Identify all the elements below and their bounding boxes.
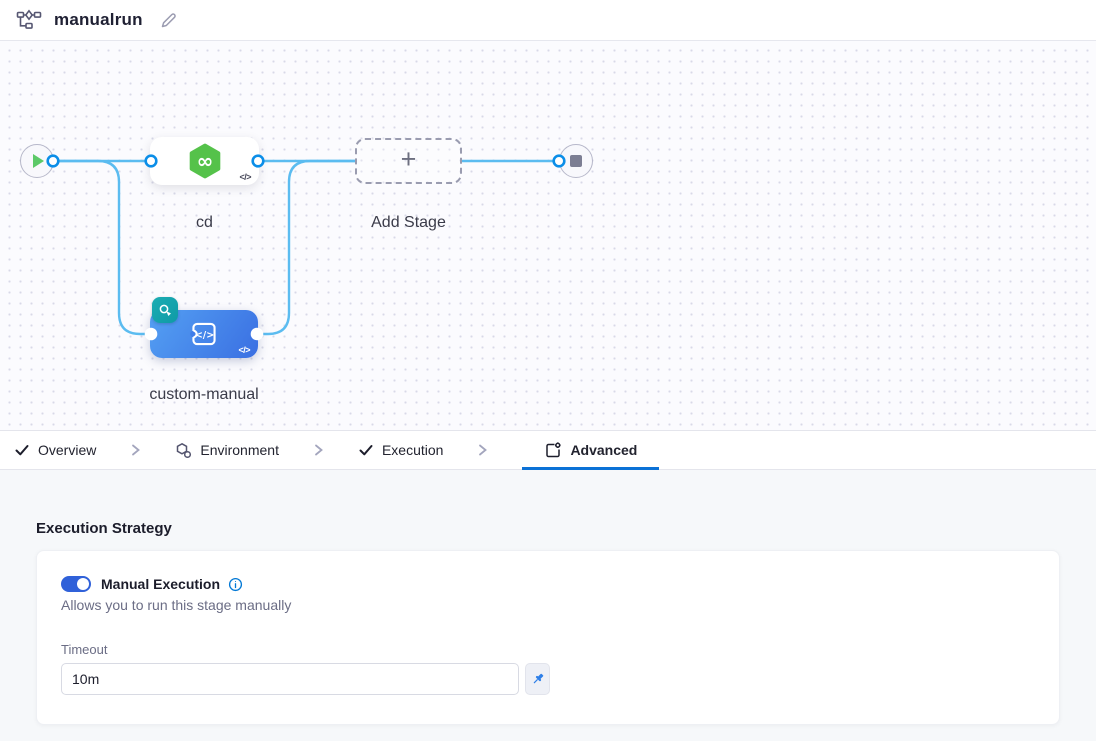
- pipeline-graph-icon: [16, 9, 42, 31]
- toggle-knob: [77, 578, 89, 590]
- svg-text:∞: ∞: [196, 149, 213, 173]
- pipeline-canvas[interactable]: ∞ </> cd + Add Stage: [0, 41, 1096, 431]
- tab-environment[interactable]: Environment: [175, 431, 279, 469]
- chevron-right-icon: [477, 431, 488, 469]
- tab-advanced[interactable]: Advanced: [522, 431, 659, 469]
- start-node[interactable]: [20, 144, 54, 178]
- plus-icon: +: [401, 146, 417, 173]
- pin-runtime-input-button[interactable]: [525, 663, 550, 695]
- timeout-input-row: [61, 663, 1035, 695]
- edit-pencil-icon[interactable]: [159, 11, 178, 30]
- check-icon: [14, 442, 30, 458]
- yaml-code-glyph: </>: [239, 172, 251, 182]
- pipeline-studio: manualrun ∞: [0, 0, 1096, 741]
- manual-execution-badge: [152, 297, 178, 323]
- add-stage-label: Add Stage: [355, 214, 462, 232]
- chevron-right-icon: [313, 431, 324, 469]
- stage-node-cd[interactable]: ∞ </>: [150, 137, 259, 185]
- tab-overview[interactable]: Overview: [14, 431, 96, 469]
- end-node[interactable]: [559, 144, 593, 178]
- connector-wires: [0, 41, 1096, 431]
- stage-label-custom-manual: custom-manual: [96, 386, 312, 404]
- manual-execution-click-icon: [158, 303, 173, 318]
- stage-label-cd: cd: [150, 214, 259, 232]
- execution-strategy-card: Manual Execution Allows you to run this …: [36, 550, 1060, 725]
- info-icon[interactable]: [228, 577, 243, 592]
- cd-hexagon-infinity-icon: ∞: [186, 142, 224, 180]
- check-icon: [358, 442, 374, 458]
- advanced-tab-panel: Execution Strategy Manual Execution Allo…: [0, 470, 1096, 741]
- yaml-code-glyph: </>: [238, 345, 250, 355]
- timeout-label: Timeout: [61, 642, 1035, 657]
- tab-execution[interactable]: Execution: [358, 431, 443, 469]
- manual-execution-description: Allows you to run this stage manually: [61, 597, 1035, 613]
- stage-config-tabs: Overview Environment Execution: [0, 431, 1096, 470]
- environment-icon: [175, 442, 192, 459]
- connector-ports: [0, 41, 1096, 431]
- svg-text:</>: </>: [195, 330, 214, 341]
- custom-stage-code-icon: </>: [185, 315, 223, 353]
- manual-execution-label: Manual Execution: [101, 576, 220, 592]
- advanced-settings-icon: [544, 441, 562, 459]
- add-stage-button[interactable]: +: [355, 138, 462, 184]
- pin-runtime-input-icon: [530, 671, 546, 687]
- page-title: manualrun: [54, 10, 143, 30]
- play-icon: [33, 154, 44, 168]
- chevron-right-icon: [130, 431, 141, 469]
- manual-execution-row: Manual Execution: [61, 576, 1035, 592]
- manual-execution-toggle[interactable]: [61, 576, 91, 592]
- section-heading: Execution Strategy: [36, 520, 1060, 537]
- timeout-input[interactable]: [61, 663, 519, 695]
- header: manualrun: [0, 0, 1096, 41]
- stop-square-icon: [570, 155, 582, 167]
- stage-node-custom-manual[interactable]: </> </>: [150, 310, 258, 358]
